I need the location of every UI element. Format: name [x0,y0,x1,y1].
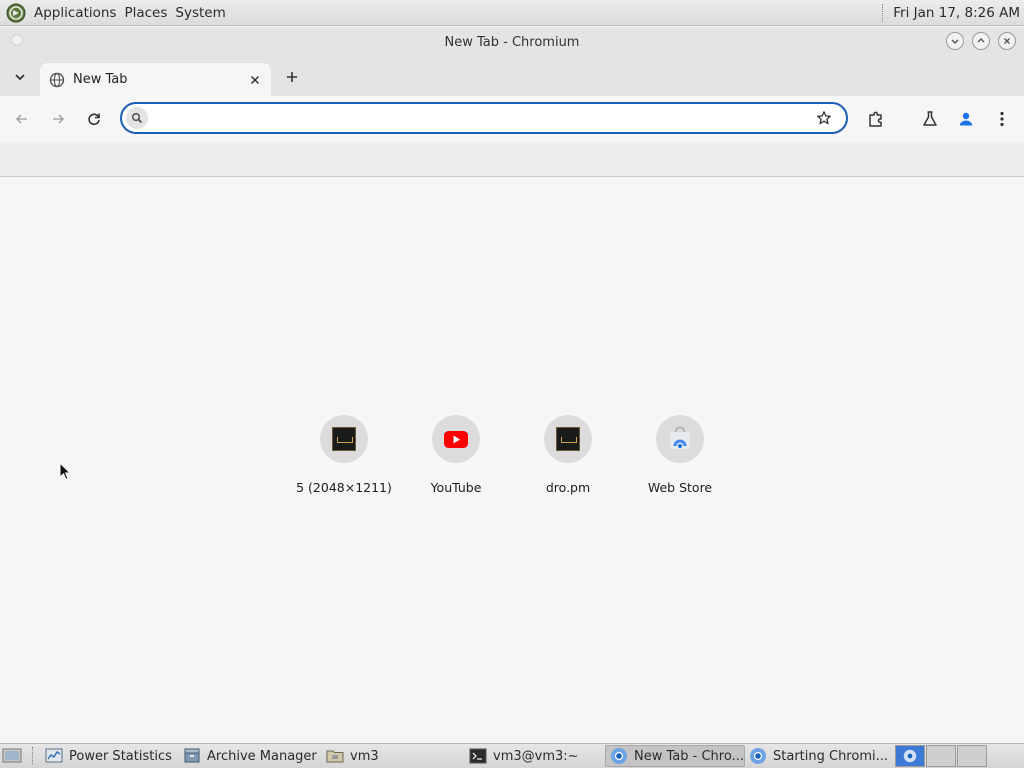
show-desktop-icon[interactable] [2,747,22,765]
archive-manager-icon [184,748,200,763]
taskbar-item-terminal[interactable]: vm3@vm3:~ [465,745,605,767]
distro-logo-icon[interactable] [6,3,26,23]
panel-grip [882,3,885,22]
chromium-icon [750,748,766,764]
shortcut-icon-bg [544,415,592,463]
reload-button[interactable] [82,107,106,131]
plus-icon [287,72,297,82]
chromium-icon [611,748,627,764]
workspace-3[interactable] [957,745,987,767]
image-thumbnail-icon [332,427,356,451]
taskbar-item-label: Power Statistics [69,748,172,764]
reload-icon [88,113,100,126]
maximize-button[interactable] [972,32,990,50]
new-tab-page: 5 (2048×1211) YouTube dro.pm Web Store [0,177,1024,742]
panel-clock[interactable]: Fri Jan 17, 8:26 AM [893,5,1020,21]
window-menu-icon[interactable] [11,34,23,46]
browser-toolbar [0,96,1024,142]
taskbar-item-power-statistics[interactable]: Power Statistics [41,745,179,767]
omnibox[interactable] [120,102,848,134]
folder-icon [326,750,344,763]
more-vertical-icon [1000,111,1004,127]
taskbar-item-vm3-folder[interactable]: vm3 [322,745,465,767]
globe-icon [49,72,65,87]
minimize-button[interactable] [946,32,964,50]
image-thumbnail-icon [556,427,580,451]
top-panel: Applications Places System Fri Jan 17, 8… [0,0,1024,26]
places-menu[interactable]: Places [120,5,171,21]
shortcut-label: Web Store [647,480,713,495]
taskbar-item-label: Archive Manager [207,748,317,764]
close-window-button[interactable] [998,32,1016,50]
labs-button[interactable] [918,107,942,131]
shortcut-label: YouTube [430,480,482,495]
applications-menu[interactable]: Applications [30,5,120,21]
taskbar-item-label: vm3@vm3:~ [493,748,579,764]
tab-new-tab[interactable]: New Tab [40,63,271,96]
window-title: New Tab - Chromium [444,35,580,50]
youtube-icon [444,430,468,448]
web-store-icon [670,427,690,449]
taskbar-item-label: vm3 [350,748,379,764]
shortcut-icon-bg [656,415,704,463]
workspace-switcher [895,745,988,767]
workspace-2[interactable] [926,745,956,767]
tab-close-button[interactable] [247,72,263,88]
taskbar-item-label: Starting Chromi... [773,748,887,764]
shortcut-label: 5 (2048×1211) [296,480,392,495]
terminal-icon [469,748,487,764]
bottom-taskbar: Power Statistics Archive Manager vm3 vm3… [0,743,1024,768]
workspace-1[interactable] [895,745,925,767]
shortcut-tile[interactable]: 5 (2048×1211) [288,415,400,497]
shortcut-label: dro.pm [545,480,591,495]
shortcut-icon-bg [432,415,480,463]
search-icon [126,107,148,129]
maximize-icon [977,38,985,43]
flask-icon [923,111,937,126]
new-tab-button[interactable] [282,67,302,87]
arrow-left-icon [15,114,27,124]
shortcut-tile[interactable]: YouTube [400,415,512,497]
tab-title: New Tab [73,72,128,87]
profile-button[interactable] [954,107,978,131]
tab-search-button[interactable] [10,67,30,87]
window-titlebar[interactable]: New Tab - Chromium [0,27,1024,58]
bookmark-star-button[interactable] [814,108,834,128]
arrow-right-icon [53,114,65,124]
taskbar-item-label: New Tab - Chro... [634,748,744,764]
window-controls [946,32,1016,50]
close-icon [1004,38,1010,44]
back-button[interactable] [10,107,34,131]
taskbar-item-starting-chromium[interactable]: Starting Chromi... [745,745,887,767]
taskbar-grip [32,747,35,765]
chevron-down-icon [15,74,25,81]
taskbar-item-chromium-new-tab[interactable]: New Tab - Chro... [605,745,745,767]
forward-button[interactable] [46,107,70,131]
puzzle-piece-icon [869,111,882,127]
avatar-icon [959,112,973,126]
shortcut-tile[interactable]: dro.pm [512,415,624,497]
system-menu[interactable]: System [171,5,229,21]
chrome-menu-button[interactable] [990,107,1014,131]
bookmarks-bar [0,142,1024,177]
chromium-icon [903,749,917,763]
minimize-icon [951,39,959,44]
address-input[interactable] [154,104,814,132]
taskbar-item-archive-manager[interactable]: Archive Manager [179,745,322,767]
shortcut-icon-bg [320,415,368,463]
shortcut-tile[interactable]: Web Store [624,415,736,497]
close-icon [250,75,260,84]
star-icon [817,111,831,125]
tab-strip: New Tab [0,58,1024,96]
mouse-pointer-icon [59,462,71,481]
power-statistics-icon [45,748,63,763]
extensions-button[interactable] [864,107,888,131]
